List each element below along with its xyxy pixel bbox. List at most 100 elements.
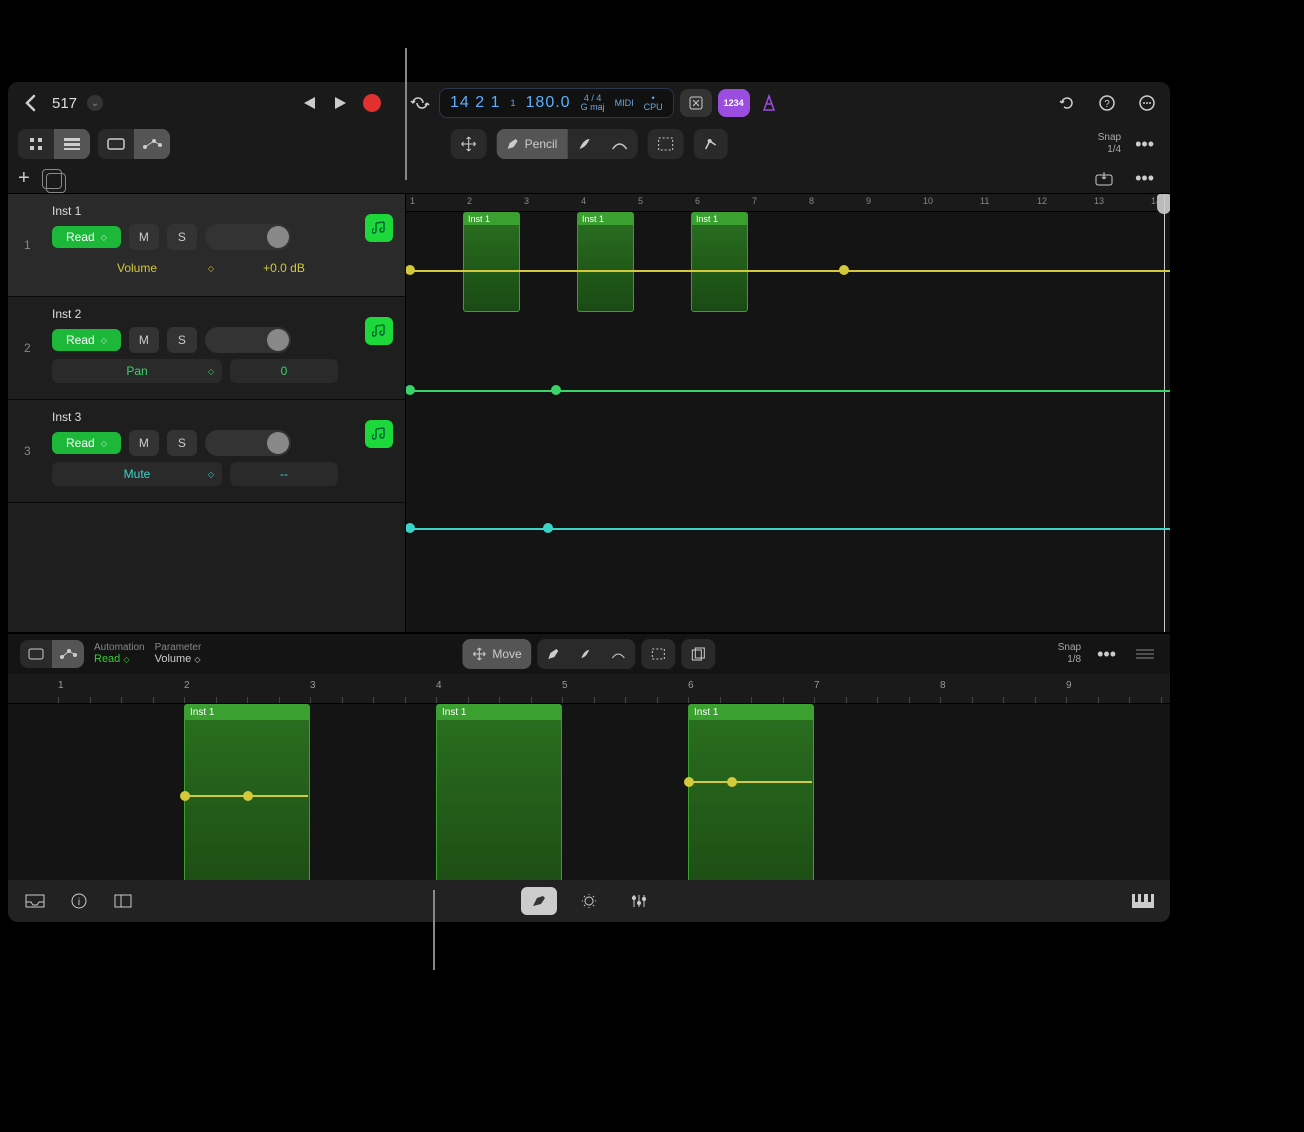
automation-point[interactable] bbox=[727, 777, 737, 787]
track-header-2[interactable]: 2 Inst 2 Read◇ M S Pan◇ 0 bbox=[8, 297, 405, 400]
automation-param-select[interactable]: Pan◇ bbox=[52, 359, 222, 383]
midi-region[interactable]: Inst 1 bbox=[691, 212, 748, 312]
editor-snap-display[interactable]: Snap1/8 bbox=[1058, 642, 1081, 666]
track-lane-2[interactable] bbox=[406, 320, 1170, 428]
automation-view-button[interactable] bbox=[134, 129, 170, 159]
automation-param-select[interactable]: Volume◇ bbox=[52, 256, 222, 280]
volume-slider[interactable] bbox=[205, 224, 291, 250]
move-tool-button[interactable] bbox=[451, 129, 487, 159]
track-lane-3[interactable] bbox=[406, 428, 1170, 536]
automation-mode-button[interactable]: Read◇ bbox=[52, 432, 121, 454]
mute-slider[interactable] bbox=[205, 430, 291, 456]
automation-point[interactable] bbox=[180, 791, 190, 801]
editor-copy-tool[interactable] bbox=[682, 639, 716, 669]
project-menu-icon[interactable]: ⌄ bbox=[87, 95, 103, 111]
track-lane-1[interactable]: Inst 1 Inst 1 Inst 1 bbox=[406, 212, 1170, 320]
editor-marquee-tool[interactable] bbox=[642, 639, 676, 669]
arrange-area[interactable]: 1234567891011121314 Inst 1 Inst 1 Inst 1 bbox=[406, 194, 1170, 632]
solo-button[interactable]: S bbox=[167, 430, 197, 456]
mute-button[interactable]: M bbox=[129, 430, 159, 456]
automation-point[interactable] bbox=[551, 385, 561, 395]
mixer-button[interactable] bbox=[621, 887, 657, 915]
duplicate-track-button[interactable] bbox=[42, 169, 62, 189]
automation-point[interactable] bbox=[543, 523, 553, 533]
track-header-1[interactable]: 1 Inst 1 Read◇ M S Volume◇ +0.0 dB bbox=[8, 194, 405, 297]
automation-point[interactable] bbox=[406, 523, 415, 533]
automation-value[interactable]: -- bbox=[230, 462, 338, 486]
instrument-icon[interactable] bbox=[365, 317, 393, 345]
editor-move-tool[interactable]: Move bbox=[462, 639, 531, 669]
solo-button[interactable]: S bbox=[167, 327, 197, 353]
inbox-button[interactable] bbox=[22, 888, 48, 914]
mute-button[interactable]: M bbox=[129, 224, 159, 250]
grid-view-button[interactable] bbox=[18, 129, 54, 159]
record-button[interactable] bbox=[359, 90, 385, 116]
automation-line[interactable] bbox=[406, 390, 1170, 392]
help-button[interactable]: ? bbox=[1094, 90, 1120, 116]
curve-tool-button[interactable] bbox=[601, 129, 637, 159]
track-import-button[interactable] bbox=[1091, 166, 1117, 192]
editor-ruler[interactable]: 123456789 bbox=[8, 674, 1170, 704]
track-more-button[interactable]: ••• bbox=[1129, 168, 1160, 189]
editor-brush-tool[interactable] bbox=[570, 639, 602, 669]
automation-point[interactable] bbox=[406, 265, 415, 275]
score-button[interactable] bbox=[571, 887, 607, 915]
more-menu-button[interactable]: ••• bbox=[1129, 134, 1160, 155]
lcd-display[interactable]: 14 2 1 1 180.0 4 / 4G maj MIDI •CPU bbox=[439, 88, 674, 118]
bar-ruler[interactable]: 1234567891011121314 bbox=[406, 194, 1170, 212]
automation-line[interactable] bbox=[406, 528, 1170, 530]
automation-param-select[interactable]: Mute◇ bbox=[52, 462, 222, 486]
automation-point[interactable] bbox=[684, 777, 694, 787]
automation-point[interactable] bbox=[406, 385, 415, 395]
midi-region[interactable]: Inst 1 bbox=[463, 212, 520, 312]
pencil-tool-button[interactable]: Pencil bbox=[497, 129, 568, 159]
back-button[interactable] bbox=[18, 91, 42, 115]
play-button[interactable] bbox=[327, 90, 353, 116]
instrument-icon[interactable] bbox=[365, 420, 393, 448]
track-name[interactable]: Inst 1 bbox=[52, 204, 393, 218]
editor-more-button[interactable]: ••• bbox=[1091, 644, 1122, 665]
automation-point[interactable] bbox=[839, 265, 849, 275]
track-name[interactable]: Inst 2 bbox=[52, 307, 393, 321]
editor-curve-tool[interactable] bbox=[602, 639, 636, 669]
automation-select-button[interactable] bbox=[693, 129, 727, 159]
list-view-button[interactable] bbox=[54, 129, 90, 159]
keyboard-button[interactable] bbox=[1130, 888, 1156, 914]
marquee-tool-button[interactable] bbox=[647, 129, 683, 159]
count-in-button[interactable]: 1234 bbox=[718, 89, 750, 117]
library-button[interactable] bbox=[110, 888, 136, 914]
editor-pencil-tool[interactable] bbox=[538, 639, 570, 669]
automation-mode-button[interactable]: Read◇ bbox=[52, 226, 121, 248]
tuner-button[interactable] bbox=[680, 89, 712, 117]
track-headers: 1 Inst 1 Read◇ M S Volume◇ +0.0 dB 2 Ins… bbox=[8, 194, 406, 632]
automation-mode-field[interactable]: AutomationRead ◇ bbox=[94, 643, 145, 665]
editor-region-view-button[interactable] bbox=[20, 640, 52, 668]
snap-display[interactable]: Snap1/4 bbox=[1098, 132, 1121, 156]
automation-value[interactable]: +0.0 dB bbox=[230, 256, 338, 280]
automation-line[interactable] bbox=[406, 270, 1170, 272]
automation-param-field[interactable]: ParameterVolume ◇ bbox=[155, 643, 202, 665]
go-to-start-button[interactable] bbox=[295, 90, 321, 116]
info-button[interactable]: i bbox=[66, 888, 92, 914]
brush-tool-button[interactable] bbox=[567, 129, 601, 159]
solo-button[interactable]: S bbox=[167, 224, 197, 250]
track-name[interactable]: Inst 3 bbox=[52, 410, 393, 424]
instrument-icon[interactable] bbox=[365, 214, 393, 242]
automation-mode-button[interactable]: Read◇ bbox=[52, 329, 121, 351]
region-view-button[interactable] bbox=[98, 129, 134, 159]
cycle-button[interactable] bbox=[407, 90, 433, 116]
settings-button[interactable] bbox=[1134, 90, 1160, 116]
automation-point[interactable] bbox=[243, 791, 253, 801]
add-track-button[interactable]: + bbox=[18, 167, 30, 190]
mute-button[interactable]: M bbox=[129, 327, 159, 353]
piano-roll-button[interactable] bbox=[521, 887, 557, 915]
project-name[interactable]: 517 bbox=[52, 95, 77, 112]
midi-region[interactable]: Inst 1 bbox=[577, 212, 634, 312]
editor-automation-view-button[interactable] bbox=[52, 640, 84, 668]
metronome-button[interactable] bbox=[756, 90, 782, 116]
editor-list-button[interactable] bbox=[1132, 641, 1158, 667]
automation-value[interactable]: 0 bbox=[230, 359, 338, 383]
track-header-3[interactable]: 3 Inst 3 Read◇ M S Mute◇ -- bbox=[8, 400, 405, 503]
undo-button[interactable] bbox=[1054, 90, 1080, 116]
pan-slider[interactable] bbox=[205, 327, 291, 353]
